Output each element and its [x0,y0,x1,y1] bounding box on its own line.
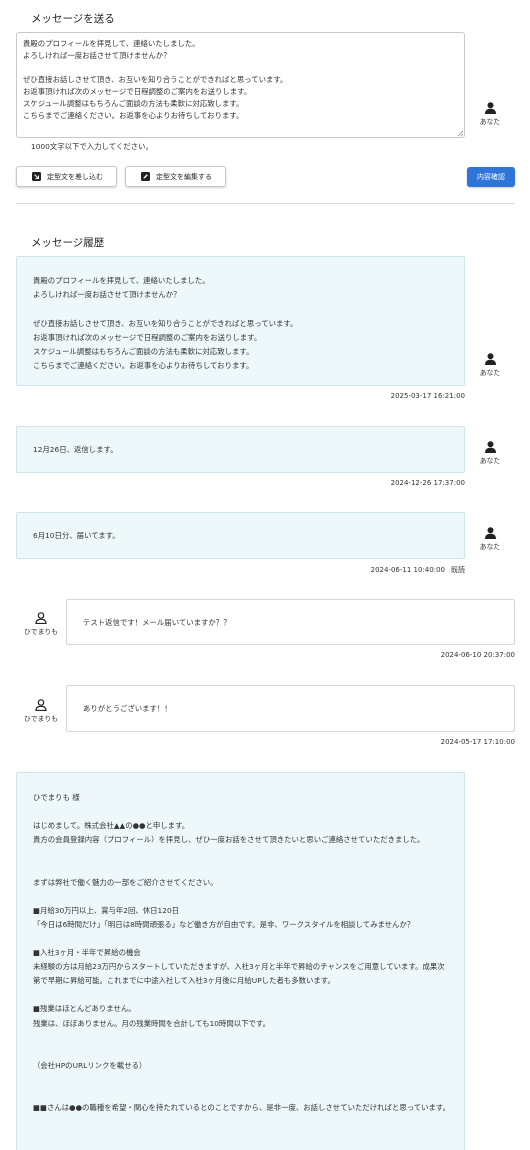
read-status: 既読 [451,566,465,574]
person-outline-icon [35,612,47,624]
person-icon [484,102,496,114]
avatar-label: あなた [479,457,501,465]
char-limit-hint: 1000文字以下で入力してください。 [31,142,153,151]
person-icon [484,353,496,365]
avatar-you: あなた [468,527,512,551]
confirm-button[interactable]: 内容確認 [467,167,515,187]
insert-icon [32,172,41,181]
message-timestamp: 2024-12-26 17:37:00 [390,479,465,487]
avatar-label: ひでまりも [24,715,58,723]
person-outline-icon [35,699,47,711]
message-timestamp: 2024-05-17 17:10:00 [440,738,515,746]
message-bubble-other: テスト返信です！メール届いていますか？？ [66,599,515,645]
person-icon [484,441,496,453]
message-timestamp: 2025-03-17 16:21:00 [390,392,465,400]
avatar-label: あなた [479,118,501,126]
resize-grip-icon[interactable] [457,130,464,137]
message-textarea[interactable]: 貴殿のプロフィールを拝見して、連絡いたしました。 よろしければ一度お話させて頂け… [16,32,465,138]
avatar-you: あなた [468,441,512,465]
compose-title: メッセージを送る [31,13,115,25]
avatar-label: ひでまりも [24,628,58,636]
message-bubble-you: ひでまりも 様 はじめまして。株式会社▲▲の●●と申します。 貴方の会員登録内容… [16,772,465,1150]
message-timestamp: 2024-06-10 20:37:00 [440,651,515,659]
message-timestamp: 2024-06-11 10:40:00 [370,566,445,574]
message-bubble-you: 12月26日、返信します。 [16,426,465,473]
avatar-other: ひでまりも [19,612,63,636]
avatar-other: ひでまりも [19,699,63,723]
insert-template-button[interactable]: 定型文を差し込む [16,166,117,187]
edit-template-label: 定型文を編集する [156,172,212,181]
divider [16,203,515,204]
insert-template-label: 定型文を差し込む [47,172,103,181]
edit-template-button[interactable]: 定型文を編集する [125,166,226,187]
avatar-you: あなた [468,353,512,377]
message-bubble-you: 6月10日分、届いてます。 [16,512,465,559]
history-title: メッセージ履歴 [31,237,105,249]
avatar-you-compose: あなた [468,102,512,126]
message-bubble-other: ありがとうございます！！ [66,685,515,732]
message-meta: 2024-06-11 10:40:00 既読 [371,565,465,575]
message-bubble-you: 貴殿のプロフィールを拝見して、連絡いたしました。 よろしければ一度お話させて頂け… [16,256,465,386]
edit-icon [141,172,150,181]
avatar-label: あなた [479,543,501,551]
avatar-label: あなた [479,369,501,377]
person-icon [484,527,496,539]
